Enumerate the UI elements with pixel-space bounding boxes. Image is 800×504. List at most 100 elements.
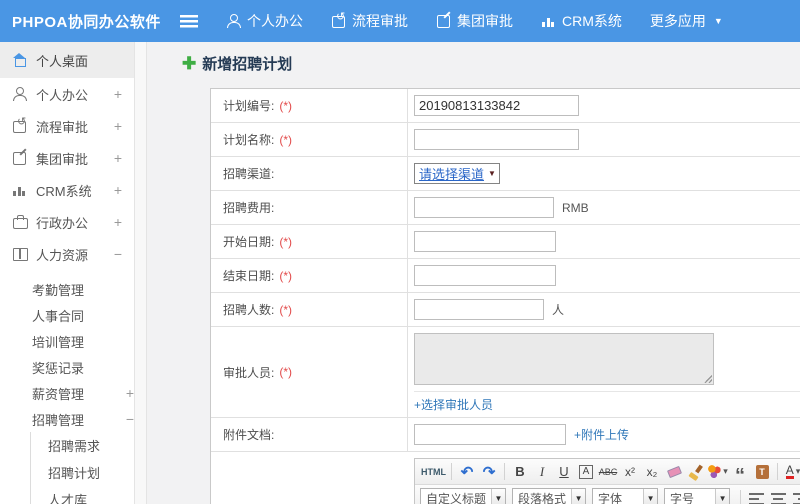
magic-icon <box>708 465 722 478</box>
end-date-input[interactable] <box>414 265 556 286</box>
undo-button[interactable]: ↶ <box>457 462 477 482</box>
remove-format-button[interactable] <box>664 462 684 482</box>
sidebar-item-attendance[interactable]: 考勤管理 <box>0 276 134 302</box>
select-approvers-link[interactable]: +选择审批人员 <box>414 398 493 412</box>
recruit-submenu: 招聘需求 招聘计划 人才库 <box>30 432 134 504</box>
sidebar-item-admin-office[interactable]: 行政办公 + <box>0 206 134 238</box>
plan-name-input[interactable] <box>414 129 579 150</box>
sidebar-item-label: 考勤管理 <box>32 282 85 298</box>
bold-button[interactable]: B <box>510 462 530 482</box>
required-mark: (*) <box>279 132 293 147</box>
chart-icon <box>12 183 27 197</box>
expand-icon[interactable]: + <box>114 182 122 198</box>
nav-personal-office[interactable]: 个人办公 <box>226 11 303 31</box>
superscript-button[interactable]: x² <box>620 462 640 482</box>
sidebar-item-recruit-demand[interactable]: 招聘需求 <box>31 432 134 459</box>
channel-select[interactable]: 请选择渠道 ▼ <box>414 163 500 184</box>
attachment-upload-link[interactable]: +附件上传 <box>574 426 629 443</box>
headcount-input[interactable] <box>414 299 544 320</box>
main-content: ✚ 新增招聘计划 计划编号: (*) 计划名称: (*) <box>147 42 800 504</box>
expand-icon[interactable]: + <box>114 118 122 134</box>
hamburger-menu-icon[interactable] <box>180 14 198 28</box>
sidebar-item-workflow-approval[interactable]: 流程审批 + <box>0 110 134 142</box>
sidebar-item-crm-system[interactable]: CRM系统 + <box>0 174 134 206</box>
font-color-icon: A <box>785 463 794 479</box>
plan-number-input[interactable] <box>414 95 579 116</box>
nav-more-apps[interactable]: 更多应用 ▼ <box>650 11 723 31</box>
dropdown-value: 字体 <box>598 492 623 504</box>
sidebar-item-label: 行政办公 <box>36 215 89 231</box>
char-border-button[interactable]: A <box>576 462 596 482</box>
approvers-textarea[interactable] <box>414 333 714 385</box>
toolbar-divider <box>504 463 505 480</box>
form-row-recruit-channel: 招聘渠道: 请选择渠道 ▼ <box>211 157 800 191</box>
app-window: PHPOA协同办公软件 个人办公 流程审批 集团审批 CRM系统 更多应用 ▼ <box>0 0 800 504</box>
nav-workflow-approval[interactable]: 流程审批 <box>331 10 408 31</box>
expand-icon[interactable]: + <box>114 150 122 166</box>
nav-label: 集团审批 <box>457 13 513 29</box>
align-center-icon <box>770 492 786 504</box>
subscript-button[interactable]: x₂ <box>642 462 662 482</box>
sidebar-item-salary[interactable]: 薪资管理 + <box>0 380 134 406</box>
sidebar-item-label: 培训管理 <box>32 334 85 350</box>
font-color-button[interactable]: A <box>783 462 800 482</box>
auto-typeset-button[interactable] <box>708 462 728 482</box>
custom-title-dropdown[interactable]: 自定义标题 ▼ <box>420 488 507 504</box>
sidebar-item-recruit-plan[interactable]: 招聘计划 <box>31 459 134 486</box>
required-mark: (*) <box>279 268 293 283</box>
app-logo: PHPOA协同办公软件 <box>12 13 161 31</box>
sidebar-item-talent-pool[interactable]: 人才库 <box>31 486 134 504</box>
field-label: 审批人员: <box>223 365 275 380</box>
sidebar-item-human-resources[interactable]: 人力资源 − <box>0 238 134 270</box>
dropdown-value: 自定义标题 <box>426 492 487 504</box>
collapse-icon[interactable]: − <box>126 411 134 427</box>
form-row-approvers: 审批人员: (*) +选择审批人员 <box>211 327 800 418</box>
sidebar-item-label: 招聘管理 <box>32 412 85 428</box>
align-left-button[interactable] <box>746 489 766 504</box>
recruit-cost-input[interactable] <box>414 197 554 218</box>
expand-icon[interactable]: + <box>126 385 134 401</box>
source-code-button[interactable]: HTML <box>421 462 446 482</box>
align-right-button[interactable] <box>790 489 800 504</box>
sidebar-item-hr-contract[interactable]: 人事合同 <box>0 302 134 328</box>
attachment-input[interactable] <box>414 424 566 445</box>
recruit-plan-form: 计划编号: (*) 计划名称: (*) <box>210 88 800 504</box>
form-row-plan-number: 计划编号: (*) <box>211 89 800 123</box>
sidebar-scrollbar[interactable] <box>134 42 147 504</box>
format-painter-button[interactable] <box>686 462 706 482</box>
field-label: 计划名称: <box>223 133 275 147</box>
underline-button[interactable]: U <box>554 462 574 482</box>
align-center-button[interactable] <box>768 489 788 504</box>
nav-label: CRM系统 <box>562 13 622 29</box>
sidebar-item-rewards[interactable]: 奖惩记录 <box>0 354 134 380</box>
nav-crm-system[interactable]: CRM系统 <box>541 11 622 31</box>
eraser-icon <box>666 465 682 478</box>
font-family-dropdown[interactable]: 字体 ▼ <box>592 488 659 504</box>
paragraph-format-dropdown[interactable]: 段落格式 ▼ <box>512 488 587 504</box>
sidebar-item-label: 奖惩记录 <box>32 360 85 376</box>
start-date-input[interactable] <box>414 231 556 252</box>
sidebar-item-training[interactable]: 培训管理 <box>0 328 134 354</box>
collapse-icon[interactable]: − <box>114 246 122 262</box>
nav-group-approval[interactable]: 集团审批 <box>436 11 513 31</box>
sidebar-item-personal-desktop[interactable]: 个人桌面 <box>0 42 134 78</box>
sidebar-item-recruit-mgmt[interactable]: 招聘管理 − <box>0 406 134 432</box>
expand-icon[interactable]: + <box>114 214 122 230</box>
blockquote-button[interactable]: “ <box>730 462 750 485</box>
sidebar-item-personal-office[interactable]: 个人办公 + <box>0 78 134 110</box>
italic-button[interactable]: I <box>532 462 552 482</box>
redo-button[interactable]: ↷ <box>479 462 499 482</box>
sidebar-item-label: 人事合同 <box>32 308 85 324</box>
sidebar-item-group-approval[interactable]: 集团审批 + <box>0 142 134 174</box>
font-size-dropdown[interactable]: 字号 ▼ <box>664 488 731 504</box>
resize-handle-icon[interactable] <box>704 375 712 383</box>
currency-suffix: RMB <box>562 200 589 215</box>
briefcase-icon <box>12 215 28 229</box>
align-right-icon <box>792 492 800 504</box>
add-icon: ✚ <box>182 54 197 73</box>
expand-icon[interactable]: + <box>114 86 122 102</box>
paste-plain-button[interactable]: T <box>752 462 772 482</box>
required-mark: (*) <box>279 302 293 317</box>
user-icon <box>226 14 241 28</box>
strikethrough-button[interactable]: ABC <box>598 462 618 482</box>
